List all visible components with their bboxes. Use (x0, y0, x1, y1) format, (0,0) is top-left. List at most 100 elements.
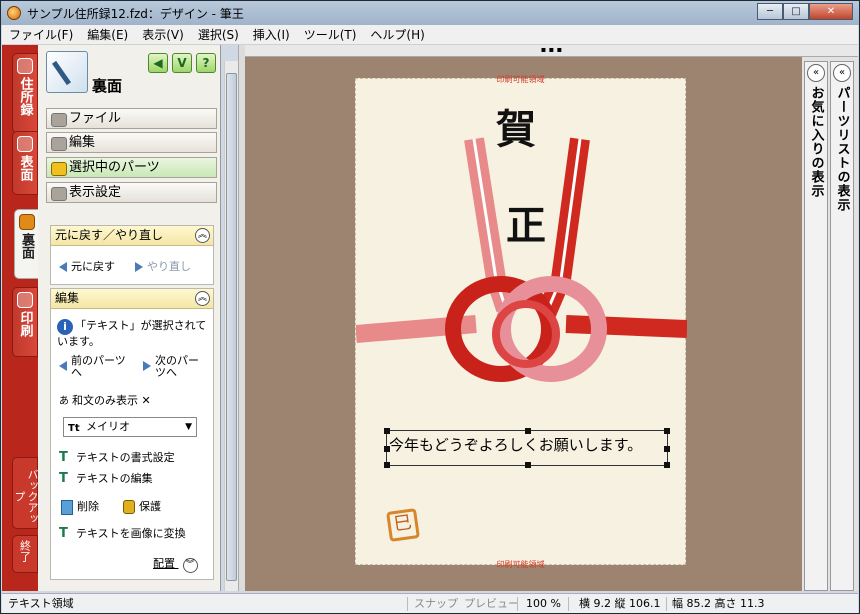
right-panes: « お気に入りの表示 « パーツリストの表示 (802, 57, 858, 591)
greeting-text: 今年もどうぞよろしくお願いします。 (389, 436, 643, 454)
tab-front[interactable]: 表面 (12, 131, 38, 195)
selected-parts-button[interactable]: 選択中のパーツ (46, 157, 217, 178)
right-arrow-icon (143, 361, 151, 371)
selected-text-box[interactable]: 今年もどうぞよろしくお願いします。 (384, 428, 670, 468)
printer-icon (17, 292, 33, 308)
menu-file[interactable]: ファイル(F) (2, 26, 80, 43)
snake-stamp[interactable]: 巳 (386, 508, 420, 542)
tab-address-book[interactable]: 住所録 (12, 53, 38, 133)
postcard-front-icon (17, 136, 33, 152)
left-arrow-icon (59, 262, 67, 272)
beginner-mark-icon[interactable]: V (172, 53, 192, 73)
lock-icon (123, 500, 135, 514)
position-readout: 横 9.2 縦 106.1 (579, 597, 661, 610)
expand-icon[interactable]: ︾ (182, 558, 198, 573)
japanese-only-toggle[interactable]: あ和文のみ表示 ✕ (59, 392, 151, 408)
undo-redo-box: 元に戻す／やり直し ︽ 元に戻す やり直し (50, 225, 214, 285)
speaker-icon[interactable]: ◀ (148, 53, 168, 73)
menu-tools[interactable]: ツール(T) (297, 26, 364, 43)
edit-section-button[interactable]: 編集 (46, 132, 217, 153)
text-format-button[interactable]: T テキストの書式設定 (59, 449, 175, 465)
font-icon: Tt (68, 423, 80, 434)
favorites-pane-tab[interactable]: « お気に入りの表示 (804, 61, 828, 591)
status-bar: テキスト領域 スナップ プレビュー 100 % 横 9.2 縦 106.1 幅 … (2, 593, 858, 613)
right-arrow-icon (135, 262, 143, 272)
minimize-button[interactable]: ─ (757, 2, 783, 20)
menu-help[interactable]: ヘルプ(H) (363, 26, 431, 43)
address-book-icon (17, 58, 33, 74)
kanji-ga[interactable]: 賀 (496, 97, 536, 155)
postcard-back-icon (18, 214, 35, 230)
resize-handle[interactable] (664, 428, 670, 434)
edit-box: 編集 ︽ i 「テキスト」が選択されています。 前のパーツへ 次のパーツへ あ和文… (50, 288, 214, 580)
snap-toggle[interactable]: スナップ (414, 594, 458, 613)
postcard: 印刷可能領域 賀 正 今年もどうぞよろしくお願いします。 巳 印刷可能領域 (355, 75, 687, 569)
collapse-icon[interactable]: ︽ (195, 228, 210, 243)
kanji-sho[interactable]: 正 (506, 193, 546, 251)
convert-to-image-button[interactable]: T テキストを画像に変換 (59, 525, 186, 541)
app-window: サンプル住所録12.fzd：デザイン - 筆王 ─ □ ✕ ファイル(F) 編集… (0, 0, 860, 614)
resize-handle[interactable] (384, 428, 390, 434)
display-settings-button[interactable]: 表示設定 (46, 182, 217, 203)
font-select[interactable]: Tt メイリオ ▼ (63, 417, 197, 437)
close-button[interactable]: ✕ (809, 2, 853, 20)
size-readout: 幅 85.2 高さ 11.3 (672, 597, 765, 610)
title-bar: サンプル住所録12.fzd：デザイン - 筆王 ─ □ ✕ (1, 1, 859, 25)
menu-edit[interactable]: 編集(E) (80, 26, 135, 43)
print-area-label-bottom: 印刷可能領域 (496, 560, 545, 569)
close-icon[interactable]: ✕ (142, 394, 151, 407)
trash-icon (61, 499, 73, 515)
resize-handle[interactable] (384, 462, 390, 468)
parts-list-pane-tab[interactable]: « パーツリストの表示 (830, 61, 854, 591)
undo-button[interactable]: 元に戻す (59, 258, 115, 274)
preview-toggle[interactable]: プレビュー (464, 594, 519, 613)
mode-tabs: 住所録 表面 裏面 印刷 バックアップ 終了 (2, 45, 39, 591)
status-mode: テキスト領域 (8, 597, 74, 610)
help-button[interactable]: ? (196, 53, 216, 73)
resize-handle[interactable] (384, 446, 390, 452)
back-design-icon (46, 51, 88, 93)
menu-view[interactable]: 表示(V) (135, 26, 191, 43)
text-edit-icon: T (59, 471, 68, 486)
delete-button[interactable]: 削除 (61, 498, 99, 515)
chevron-down-icon: ▼ (185, 422, 192, 432)
resize-handle[interactable] (525, 462, 531, 468)
tab-print[interactable]: 印刷 (12, 287, 38, 357)
top-splitter[interactable]: ▪ ▪ ▪ (245, 45, 858, 57)
text-to-image-icon: T (59, 526, 68, 541)
undo-redo-header: 元に戻す／やり直し (55, 228, 164, 242)
window-title: サンプル住所録12.fzd：デザイン - 筆王 (27, 6, 244, 21)
selection-info: i 「テキスト」が選択されています。 (57, 319, 207, 348)
menu-insert[interactable]: 挿入(I) (246, 26, 297, 43)
arrange-button[interactable]: 配置 ︾ (153, 555, 198, 573)
menu-select[interactable]: 選択(S) (191, 26, 246, 43)
app-icon[interactable] (7, 6, 21, 20)
collapse-icon[interactable]: ︽ (195, 291, 210, 306)
tab-back[interactable]: 裏面 (14, 209, 39, 279)
redo-button[interactable]: やり直し (135, 258, 191, 274)
menu-bar: ファイル(F) 編集(E) 表示(V) 選択(S) 挿入(I) ツール(T) ヘ… (2, 25, 858, 45)
prev-part-button[interactable]: 前のパーツへ (59, 355, 129, 379)
next-part-button[interactable]: 次のパーツへ (143, 355, 209, 379)
panel-title: 裏面 (92, 77, 123, 95)
left-arrow-icon (59, 361, 67, 371)
resize-handle[interactable] (664, 446, 670, 452)
info-icon: i (57, 319, 73, 335)
double-chevron-left-icon[interactable]: « (833, 64, 851, 82)
backup-button[interactable]: バックアップ (12, 457, 39, 529)
protect-button[interactable]: 保護 (123, 498, 161, 514)
file-section-button[interactable]: ファイル (46, 108, 217, 129)
resize-handle[interactable] (664, 462, 670, 468)
exit-button[interactable]: 終了 (12, 535, 38, 573)
panel-scrollbar[interactable] (224, 61, 238, 591)
resize-handle[interactable] (525, 428, 531, 434)
zoom-level: 100 % (526, 597, 561, 610)
maximize-button[interactable]: □ (783, 2, 809, 20)
text-format-icon: T (59, 450, 68, 465)
edit-header: 編集 (55, 291, 80, 305)
side-panel: 裏面 ◀ V ? ファイル 編集 選択中のパーツ 表示設定 元に戻す／やり直し … (38, 45, 221, 591)
double-chevron-left-icon[interactable]: « (807, 64, 825, 82)
scrollbar-thumb[interactable] (226, 73, 237, 581)
text-edit-button[interactable]: T テキストの編集 (59, 470, 153, 486)
splitter-handle[interactable] (238, 45, 245, 591)
